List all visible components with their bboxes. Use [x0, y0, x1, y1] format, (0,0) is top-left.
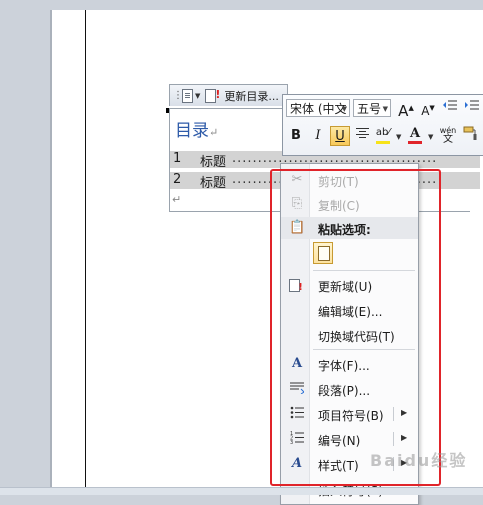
margin-guide	[85, 10, 86, 494]
decrease-indent-button[interactable]	[440, 98, 460, 118]
toc-entry-text: 标题	[200, 176, 227, 191]
font-name-value: 宋体 (中文	[290, 102, 347, 116]
chevron-down-icon[interactable]: ▼	[383, 100, 388, 118]
shrink-font-button[interactable]: A▼	[418, 98, 438, 118]
font-color-button[interactable]: A	[405, 126, 425, 146]
toc-document-icon[interactable]	[182, 88, 193, 103]
highlight-color-swatch	[376, 141, 390, 144]
highlight-button[interactable]: ab⁄	[373, 126, 393, 146]
format-painter-icon	[463, 126, 477, 140]
center-align-icon	[355, 128, 369, 138]
underline-button[interactable]: U	[330, 126, 350, 146]
toc-entry-number: 2	[173, 172, 182, 187]
watermark: Baidu经验	[370, 451, 468, 470]
paragraph-mark: ↵	[209, 126, 219, 139]
toc-control-tab[interactable]: ⋮ ▼ 更新目录...	[169, 84, 288, 106]
toc-entry-number: 1	[173, 151, 182, 166]
chevron-down-icon[interactable]: ▼	[342, 100, 347, 118]
bold-button[interactable]: B	[286, 126, 306, 146]
update-toc-button[interactable]: 更新目录...	[224, 88, 279, 104]
highlighter-icon: ab⁄	[375, 127, 391, 138]
font-name-combo[interactable]: 宋体 (中文 ▼	[286, 99, 350, 117]
chevron-down-icon[interactable]: ▼	[396, 133, 401, 141]
phonetic-guide-button[interactable]: wén 文	[438, 126, 458, 146]
font-size-value: 五号	[357, 102, 382, 116]
font-size-combo[interactable]: 五号 ▼	[353, 99, 391, 117]
grow-font-button[interactable]: A▲	[396, 98, 416, 120]
drag-grip-icon[interactable]: ⋮	[173, 90, 183, 100]
decrease-indent-icon	[443, 100, 457, 110]
toc-entry-text: 标题	[200, 155, 227, 170]
font-color-swatch	[408, 141, 422, 144]
format-painter-button[interactable]	[460, 126, 480, 146]
end-paragraph-mark: ↵	[172, 193, 182, 206]
chevron-down-icon[interactable]: ▼	[195, 92, 200, 100]
italic-button[interactable]: I	[308, 126, 328, 146]
font-color-icon: A	[409, 126, 421, 141]
chevron-down-icon[interactable]: ▼	[428, 133, 433, 141]
grow-font-icon: A	[398, 102, 409, 120]
update-toc-icon[interactable]	[205, 88, 220, 103]
toc-title-text: 目录	[175, 121, 209, 141]
mini-toolbar: 宋体 (中文 ▼ 五号 ▼ A▲ A▼ B I U ab⁄ ▼ A ▼ wén 文	[282, 94, 483, 156]
center-align-button[interactable]	[352, 126, 372, 146]
increase-indent-button[interactable]	[462, 98, 482, 118]
annotation-highlight-box	[270, 169, 441, 486]
increase-indent-icon	[465, 100, 479, 110]
toc-title[interactable]: 目录↵	[175, 116, 218, 141]
